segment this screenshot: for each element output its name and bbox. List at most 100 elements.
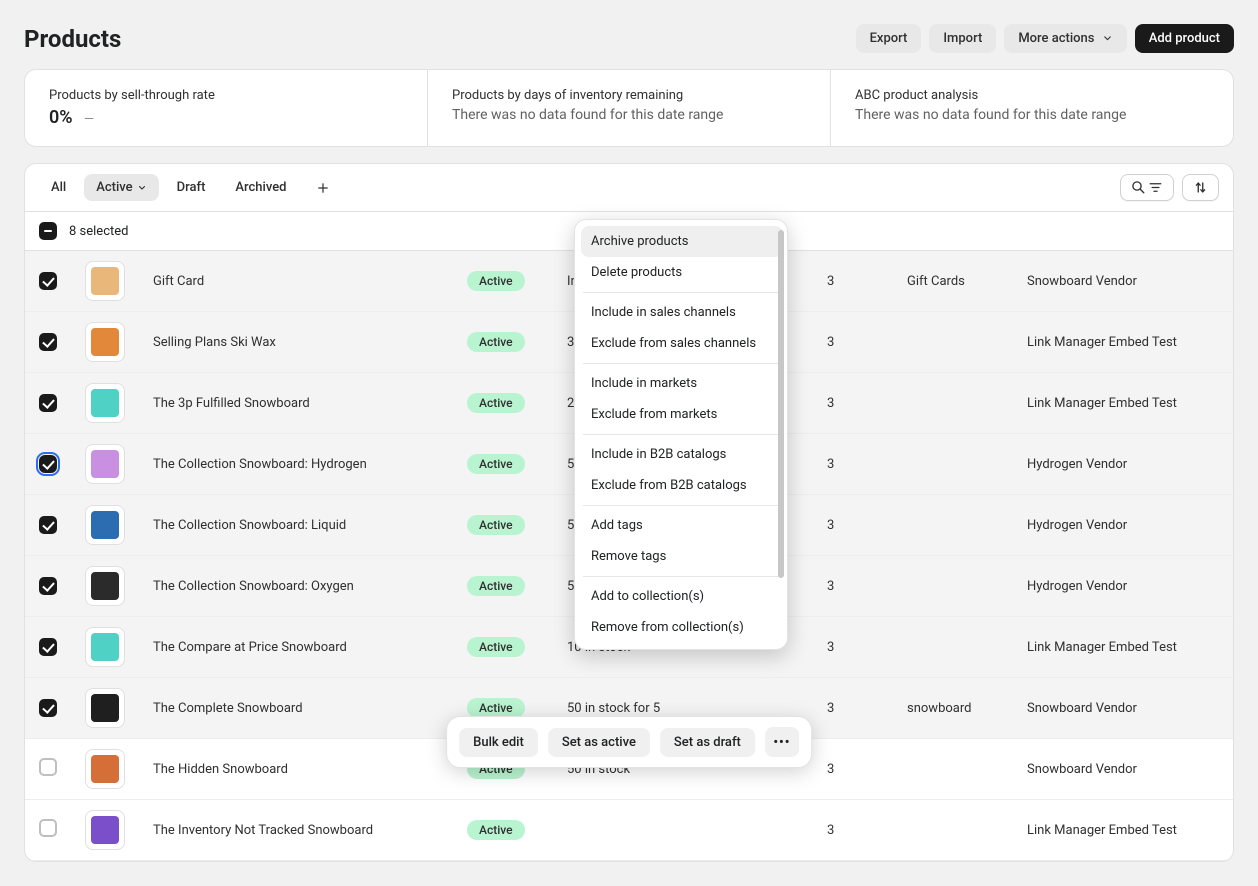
popover-item[interactable]: Add tags (581, 510, 783, 541)
row-checkbox[interactable] (39, 272, 57, 290)
row-checkbox[interactable] (39, 577, 57, 595)
select-all-checkbox[interactable] (39, 222, 57, 240)
channels-cell: 3 (813, 739, 893, 800)
vendor-cell: Hydrogen Vendor (1013, 495, 1233, 556)
bulk-edit-button[interactable]: Bulk edit (459, 728, 538, 757)
product-name[interactable]: The Complete Snowboard (139, 678, 453, 739)
vendor-cell: Hydrogen Vendor (1013, 434, 1233, 495)
selection-text: 8 selected (69, 224, 128, 239)
vendor-cell: Snowboard Vendor (1013, 739, 1233, 800)
analytics-title: Products by sell-through rate (49, 88, 403, 103)
status-badge: Active (467, 332, 525, 352)
table-row[interactable]: The Inventory Not Tracked SnowboardActiv… (25, 800, 1233, 861)
row-checkbox[interactable] (39, 516, 57, 534)
product-name[interactable]: Selling Plans Ski Wax (139, 312, 453, 373)
popover-separator (583, 576, 781, 577)
channels-cell: 3 (813, 678, 893, 739)
add-product-button[interactable]: Add product (1135, 24, 1234, 53)
chevron-down-icon (1102, 31, 1113, 46)
tab-active[interactable]: Active (84, 174, 158, 201)
analytics-dash: — (84, 112, 94, 127)
product-name[interactable]: The Hidden Snowboard (139, 739, 453, 800)
product-name[interactable]: The Collection Snowboard: Liquid (139, 495, 453, 556)
export-button[interactable]: Export (856, 24, 922, 53)
popover-separator (583, 505, 781, 506)
product-name[interactable]: The 3p Fulfilled Snowboard (139, 373, 453, 434)
popover-item[interactable]: Archive products (581, 226, 783, 257)
product-name[interactable]: The Collection Snowboard: Hydrogen (139, 434, 453, 495)
popover-item[interactable]: Exclude from markets (581, 399, 783, 430)
header-actions: Export Import More actions Add product (856, 24, 1234, 53)
status-badge: Active (467, 576, 525, 596)
set-active-button[interactable]: Set as active (548, 728, 650, 757)
analytics-card-2[interactable]: ABC product analysis There was no data f… (831, 70, 1233, 146)
set-draft-button[interactable]: Set as draft (660, 728, 755, 757)
category-cell: Gift Cards (893, 251, 1013, 312)
vendor-cell: Link Manager Embed Test (1013, 373, 1233, 434)
popover-scrollbar[interactable] (778, 230, 784, 639)
status-badge: Active (467, 515, 525, 535)
category-cell (893, 312, 1013, 373)
sort-icon (1193, 180, 1208, 195)
filter-icon (1148, 180, 1163, 195)
row-checkbox[interactable] (39, 638, 57, 656)
product-thumbnail (85, 688, 125, 728)
category-cell (893, 495, 1013, 556)
product-name[interactable]: The Collection Snowboard: Oxygen (139, 556, 453, 617)
popover-item[interactable]: Exclude from B2B catalogs (581, 470, 783, 501)
vendor-cell: Hydrogen Vendor (1013, 556, 1233, 617)
status-badge: Active (467, 698, 525, 718)
popover-item[interactable]: Delete products (581, 257, 783, 288)
row-checkbox[interactable] (39, 394, 57, 412)
popover-item[interactable]: Remove tags (581, 541, 783, 572)
row-checkbox[interactable] (39, 819, 57, 837)
popover-separator (583, 434, 781, 435)
bulk-actions-popover: Archive productsDelete products Include i… (574, 219, 788, 650)
channels-cell: 3 (813, 434, 893, 495)
product-thumbnail (85, 627, 125, 667)
category-cell: snowboard (893, 678, 1013, 739)
product-name[interactable]: Gift Card (139, 251, 453, 312)
product-name[interactable]: The Inventory Not Tracked Snowboard (139, 800, 453, 861)
channels-cell: 3 (813, 495, 893, 556)
row-checkbox[interactable] (39, 333, 57, 351)
sort-button[interactable] (1182, 174, 1219, 201)
channels-cell: 3 (813, 312, 893, 373)
product-name[interactable]: The Compare at Price Snowboard (139, 617, 453, 678)
product-thumbnail (85, 749, 125, 789)
vendor-cell: Snowboard Vendor (1013, 251, 1233, 312)
tab-archived[interactable]: Archived (223, 174, 298, 201)
popover-item[interactable]: Include in markets (581, 368, 783, 399)
status-badge: Active (467, 393, 525, 413)
analytics-card-0[interactable]: Products by sell-through rate 0% — (25, 70, 428, 146)
product-thumbnail (85, 505, 125, 545)
category-cell (893, 739, 1013, 800)
category-cell (893, 800, 1013, 861)
popover-item[interactable]: Remove from collection(s) (581, 612, 783, 643)
popover-item[interactable]: Include in sales channels (581, 297, 783, 328)
vendor-cell: Link Manager Embed Test (1013, 800, 1233, 861)
row-checkbox[interactable] (39, 699, 57, 717)
status-badge: Active (467, 637, 525, 657)
channels-cell: 3 (813, 556, 893, 617)
analytics-subtext: There was no data found for this date ra… (855, 107, 1209, 123)
analytics-row: Products by sell-through rate 0% — Produ… (24, 69, 1234, 147)
import-button[interactable]: Import (929, 24, 996, 53)
category-cell (893, 617, 1013, 678)
search-filter-button[interactable] (1120, 174, 1174, 201)
tab-all[interactable]: All (39, 174, 78, 201)
row-checkbox[interactable] (39, 455, 57, 473)
row-checkbox[interactable] (39, 758, 57, 776)
more-actions-button[interactable]: More actions (1004, 24, 1126, 53)
tab-draft[interactable]: Draft (165, 174, 218, 201)
popover-item[interactable]: Add to collection(s) (581, 581, 783, 612)
analytics-card-1[interactable]: Products by days of inventory remaining … (428, 70, 831, 146)
popover-item[interactable]: Include in B2B catalogs (581, 439, 783, 470)
popover-separator (583, 292, 781, 293)
popover-item[interactable]: Exclude from sales channels (581, 328, 783, 359)
more-bulk-actions-button[interactable]: ••• (765, 727, 799, 757)
add-tab-button[interactable] (305, 174, 333, 201)
channels-cell: 3 (813, 617, 893, 678)
category-cell (893, 373, 1013, 434)
page-title: Products (24, 25, 121, 53)
